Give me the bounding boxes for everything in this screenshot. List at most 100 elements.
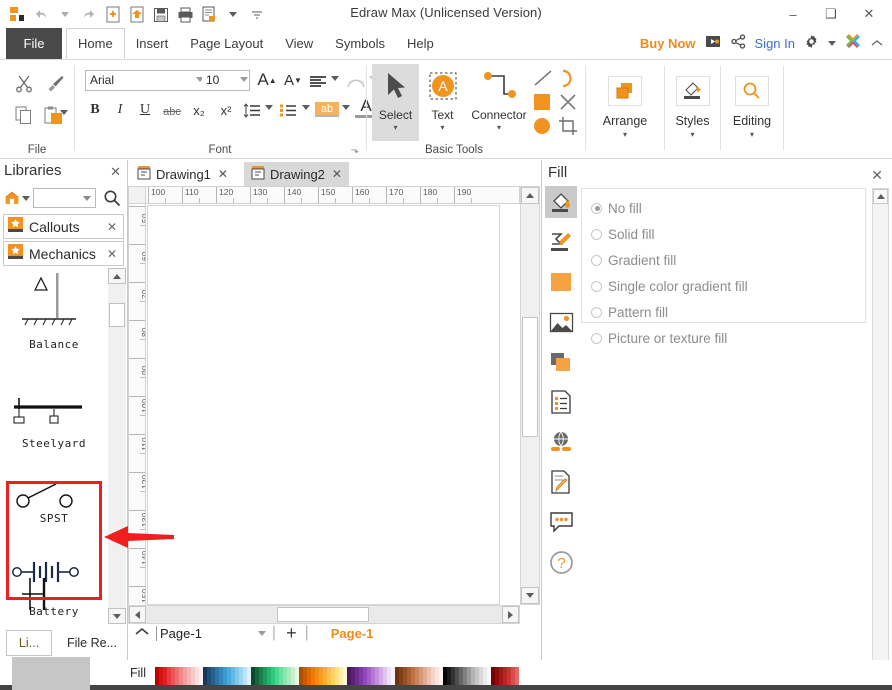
subscript-button[interactable]: x₂ [188, 98, 210, 122]
comment-icon[interactable] [545, 506, 577, 538]
fill-panel-scroll-up-button[interactable] [873, 189, 888, 204]
color-swatch[interactable] [515, 667, 519, 685]
fill-option-picture-or-texture-fill[interactable]: Picture or texture fill [588, 325, 865, 351]
canvas-vertical-scrollbar[interactable] [520, 186, 540, 605]
list-item[interactable]: Balance [0, 268, 108, 361]
highlight-button[interactable]: ab [315, 102, 339, 117]
current-page-tab[interactable]: Page-1 [331, 626, 374, 641]
underline-button[interactable]: U [135, 98, 155, 122]
ribbon-group-editing[interactable]: Editing ▾ [721, 60, 783, 159]
canvas-horizontal-scrollbar[interactable] [128, 605, 520, 624]
format-painter-icon[interactable] [40, 68, 72, 98]
shrink-font-button[interactable]: A▼ [281, 68, 305, 92]
library-category-close-icon[interactable]: ✕ [107, 247, 117, 261]
strikethrough-button[interactable]: abc [160, 100, 184, 124]
library-tab-file-recovery[interactable]: File Re... [60, 630, 124, 656]
rectangle-icon[interactable] [532, 92, 552, 117]
canvas-scroll-up-button[interactable] [521, 187, 539, 204]
tab-symbols[interactable]: Symbols [324, 28, 396, 59]
ellipse-icon[interactable] [532, 116, 552, 141]
library-tab-libraries[interactable]: Li... [6, 630, 52, 656]
tab-page-layout[interactable]: Page Layout [179, 28, 274, 59]
select-tool-caret[interactable]: ▾ [372, 123, 419, 132]
arrange-caret[interactable]: ▾ [586, 130, 664, 139]
fill-bucket-icon[interactable] [545, 186, 577, 218]
color-palette[interactable] [155, 667, 519, 685]
superscript-button[interactable]: x² [215, 98, 237, 122]
library-scroll-thumb[interactable] [109, 303, 125, 327]
canvas-scroll-left-button[interactable] [129, 606, 146, 623]
cloud-share-icon[interactable] [705, 34, 722, 54]
font-family-input[interactable]: Arial [85, 70, 210, 91]
tab-insert[interactable]: Insert [125, 28, 180, 59]
text-tool-caret[interactable]: ▾ [419, 123, 466, 132]
page-name-field[interactable]: Page-1 [156, 626, 202, 641]
libraries-close-icon[interactable]: ✕ [110, 164, 121, 180]
search-icon[interactable] [103, 189, 121, 212]
align-text-icon[interactable] [307, 70, 329, 94]
tab-help[interactable]: Help [396, 28, 445, 59]
connector-tool-button[interactable]: Connector ▾ [465, 64, 533, 141]
maximize-button[interactable]: ❑ [812, 1, 850, 27]
settings-dropdown-icon[interactable] [828, 41, 836, 46]
library-category-callouts[interactable]: Callouts ✕ [3, 214, 124, 239]
library-category-close-icon[interactable]: ✕ [107, 220, 117, 234]
paste-icon[interactable] [38, 100, 70, 130]
list-item[interactable]: Steelyard [0, 369, 108, 464]
font-dialog-launcher[interactable]: ⬎ [351, 145, 359, 156]
help-icon[interactable]: ? [545, 546, 577, 578]
ribbon-group-styles[interactable]: Styles ▾ [665, 60, 720, 159]
library-scrollbar[interactable] [108, 268, 126, 624]
highlight-dropdown-icon[interactable] [342, 105, 350, 110]
apps-icon[interactable] [845, 33, 861, 54]
fill-panel-close-icon[interactable]: ✕ [871, 167, 883, 184]
library-scroll-up-button[interactable] [108, 268, 126, 284]
document-tab-drawing1[interactable]: Drawing1 ✕ [130, 162, 235, 186]
arc-icon[interactable] [558, 68, 578, 95]
libraries-home-icon[interactable] [4, 188, 30, 208]
tab-view[interactable]: View [274, 28, 324, 59]
grow-font-button[interactable]: A▲ [255, 68, 279, 92]
canvas-horizontal-scroll-thumb[interactable] [277, 607, 369, 622]
bullets-dropdown-icon[interactable] [302, 105, 310, 110]
font-size-dropdown-icon[interactable] [240, 77, 248, 82]
hyperlink-globe-icon[interactable] [545, 426, 577, 458]
fill-option-pattern-fill[interactable]: Pattern fill [588, 299, 865, 325]
close-button[interactable]: ✕ [850, 1, 888, 27]
styles-caret[interactable]: ▾ [665, 130, 720, 139]
libraries-filter-select[interactable] [33, 188, 96, 208]
tab-home[interactable]: Home [66, 28, 125, 59]
fill-option-solid-fill[interactable]: Solid fill [588, 221, 865, 247]
list-item[interactable] [0, 568, 108, 624]
library-scroll-down-button[interactable] [108, 608, 126, 624]
cross-icon[interactable] [558, 92, 578, 117]
select-tool-button[interactable]: Select ▾ [372, 64, 419, 141]
document-tab-close-icon[interactable]: ✕ [332, 167, 342, 181]
share-icon[interactable] [731, 34, 746, 54]
shadow-icon[interactable] [545, 346, 577, 378]
sign-in-link[interactable]: Sign In [755, 36, 795, 51]
line-pen-icon[interactable] [545, 226, 577, 258]
tab-file[interactable]: File [6, 28, 62, 59]
minimize-button[interactable]: – [774, 1, 812, 27]
editing-caret[interactable]: ▾ [721, 130, 783, 139]
align-dropdown-icon[interactable] [331, 76, 339, 81]
fill-option-gradient-fill[interactable]: Gradient fill [588, 247, 865, 273]
bullets-icon[interactable] [277, 98, 299, 122]
crop-icon[interactable] [558, 116, 578, 141]
page-panel-expand-icon[interactable] [134, 624, 150, 642]
connector-tool-caret[interactable]: ▾ [465, 123, 533, 132]
page-dropdown-icon[interactable] [258, 631, 266, 636]
bold-button[interactable]: B [85, 98, 105, 122]
curve-text-icon[interactable] [345, 70, 367, 94]
line-icon[interactable] [532, 68, 554, 93]
solid-color-icon[interactable] [545, 266, 577, 298]
fill-option-no-fill[interactable]: No fill [588, 195, 865, 221]
text-properties-icon[interactable] [545, 386, 577, 418]
text-tool-button[interactable]: A Text ▾ [419, 64, 466, 141]
cut-icon[interactable] [8, 68, 40, 98]
canvas-vertical-scroll-thumb[interactable] [522, 317, 538, 437]
picture-icon[interactable] [545, 306, 577, 338]
buy-now-link[interactable]: Buy Now [640, 36, 696, 51]
italic-button[interactable]: I [110, 98, 130, 122]
